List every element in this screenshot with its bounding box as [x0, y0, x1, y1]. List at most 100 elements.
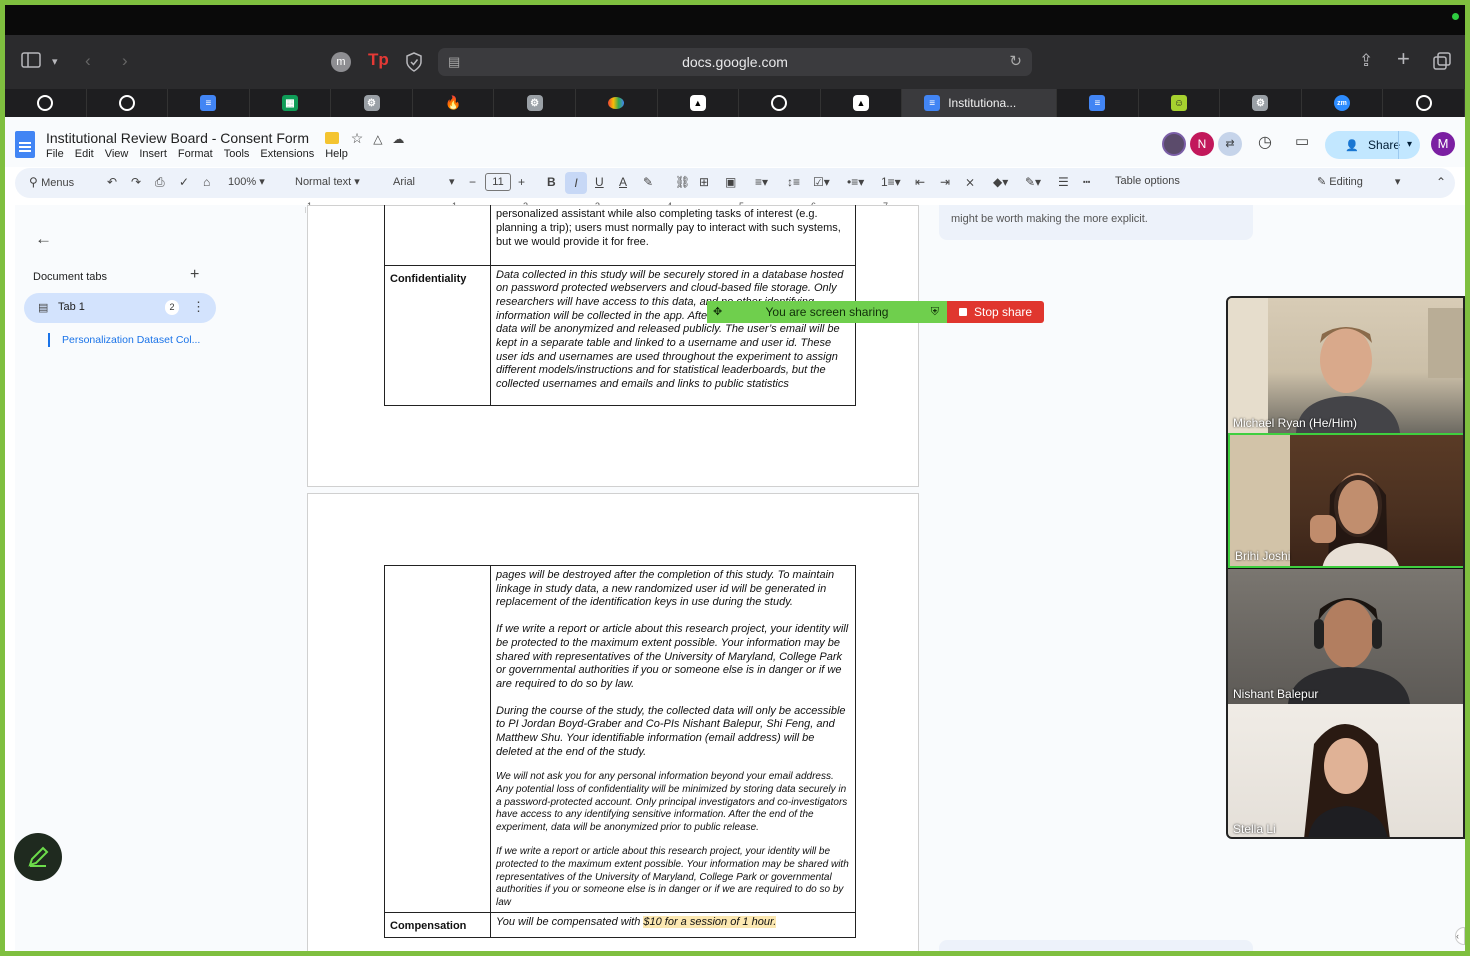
link-icon[interactable]: ⛓ — [675, 175, 690, 189]
outline-item[interactable]: Personalization Dataset Col... — [62, 334, 200, 346]
google-docs-logo-icon[interactable] — [15, 131, 35, 158]
browser-tab[interactable] — [739, 89, 821, 117]
table-cell[interactable]: personalized assistant while also comple… — [490, 205, 856, 266]
sidebar-toggle-icon[interactable] — [21, 52, 41, 73]
browser-tab[interactable] — [5, 89, 87, 117]
paragraph[interactable]: We will not ask you for any personal inf… — [496, 771, 850, 834]
avatar-n[interactable]: N — [1190, 132, 1214, 156]
browser-tab[interactable]: ▲ — [821, 89, 903, 117]
paragraph[interactable]: pages will be destroyed after the comple… — [496, 569, 850, 610]
italic-icon[interactable]: I — [565, 172, 587, 194]
increase-indent-icon[interactable]: ⇥ — [940, 175, 950, 189]
bulleted-list-icon[interactable]: •≡▾ — [847, 175, 864, 189]
browser-tab[interactable]: ≡ Institutiona... — [902, 89, 1058, 117]
menu-item-view[interactable]: View — [105, 148, 129, 160]
spellcheck-icon[interactable]: ✓ — [179, 175, 189, 189]
video-tile[interactable]: Stella Li — [1228, 704, 1463, 837]
browser-tab[interactable] — [87, 89, 169, 117]
share-dropdown-icon[interactable]: ▾ — [1398, 131, 1420, 159]
line-spacing-icon[interactable]: ↕≡ — [787, 175, 800, 189]
font-select[interactable]: Arial ▾ — [393, 175, 455, 188]
compensation-text[interactable]: You will be compensated with — [496, 916, 643, 928]
screen-share-banner[interactable]: ✥ You are screen sharing ⛨ — [707, 301, 947, 323]
browser-tab[interactable]: ⚙ — [494, 89, 576, 117]
insert-image-icon[interactable]: ▣ — [725, 175, 736, 189]
move-icon[interactable]: △ — [373, 132, 382, 146]
menu-item-format[interactable]: Format — [178, 148, 213, 160]
highlight-icon[interactable]: ✎ — [643, 175, 653, 189]
extension-m-icon[interactable]: m — [331, 52, 351, 72]
document-title-text[interactable]: Institutional Review Board - Consent For… — [46, 130, 309, 146]
underline-icon[interactable]: U — [595, 175, 604, 189]
comments-icon[interactable]: ▭ — [1295, 132, 1309, 150]
new-tab-icon[interactable]: + — [1397, 48, 1410, 70]
border-width-icon[interactable]: ☰ — [1058, 175, 1069, 189]
search-menus[interactable]: ⚲ Menus — [29, 175, 74, 189]
table-options-button[interactable]: Table options — [1115, 175, 1180, 187]
browser-tab[interactable]: 🔥 — [413, 89, 495, 117]
browser-tab[interactable]: ⚙ — [331, 89, 413, 117]
forward-icon[interactable]: › — [122, 51, 128, 71]
address-bar[interactable]: ▤ docs.google.com ↻ — [438, 48, 1032, 76]
paragraph[interactable]: During the course of the study, the coll… — [496, 705, 850, 760]
decrease-font-size-icon[interactable]: − — [469, 175, 476, 189]
share-button[interactable]: 👤 Share ▾ — [1325, 131, 1420, 159]
editing-mode-select[interactable]: ✎ Editing ▾ — [1317, 175, 1400, 188]
menu-item-help[interactable]: Help — [325, 148, 348, 160]
confidentiality-text[interactable]: Data collected in this study will be sec… — [496, 269, 843, 391]
menu-item-edit[interactable]: Edit — [75, 148, 94, 160]
comment-card[interactable]: might be worth making the more explicit. — [939, 205, 1253, 240]
shield-icon[interactable] — [405, 52, 423, 77]
folder-badge-icon[interactable] — [324, 132, 339, 144]
tab-1-item[interactable]: ▤ Tab 1 2 ⋮ — [24, 293, 216, 323]
paragraph[interactable]: If we write a report or article about th… — [496, 846, 850, 909]
align-icon[interactable]: ≡▾ — [755, 175, 768, 189]
add-comment-icon[interactable]: ⊞ — [699, 175, 709, 189]
more-options-icon[interactable]: ⋮ — [192, 299, 205, 315]
account-avatar[interactable]: M — [1431, 132, 1455, 156]
browser-tab[interactable]: zm — [1302, 89, 1384, 117]
share-icon[interactable]: ⇪ — [1359, 51, 1373, 71]
menu-item-extensions[interactable]: Extensions — [260, 148, 314, 160]
table-cell[interactable]: pages will be destroyed after the comple… — [490, 564, 856, 914]
text-color-icon[interactable]: A — [619, 175, 627, 189]
browser-tab[interactable] — [576, 89, 658, 117]
edit-fab-button[interactable] — [14, 833, 62, 881]
browser-tab[interactable]: ☺ — [1139, 89, 1221, 117]
comment-card[interactable] — [939, 940, 1253, 951]
print-icon[interactable]: ⎙ — [155, 175, 165, 190]
reload-icon[interactable]: ↻ — [1009, 48, 1022, 76]
menu-item-tools[interactable]: Tools — [224, 148, 250, 160]
zoom-select[interactable]: 100% ▾ — [228, 175, 265, 188]
style-select[interactable]: Normal text ▾ — [295, 175, 360, 188]
table-cell[interactable]: Data collected in this study will be sec… — [490, 264, 856, 406]
paragraph[interactable]: If we write a report or article about th… — [496, 623, 850, 692]
video-tile-active[interactable]: Brihi Joshi — [1228, 433, 1463, 568]
tab-overview-icon[interactable] — [1433, 52, 1451, 75]
numbered-list-icon[interactable]: 1≡▾ — [881, 175, 901, 189]
drag-handle-icon[interactable]: ✥ — [713, 301, 722, 323]
paint-format-icon[interactable]: ⌂ — [203, 175, 210, 189]
cell-fill-icon[interactable]: ◆▾ — [993, 175, 1008, 189]
border-dash-icon[interactable]: ┅ — [1083, 175, 1090, 189]
checklist-icon[interactable]: ☑▾ — [813, 175, 830, 189]
undo-icon[interactable]: ↶ — [107, 175, 117, 189]
browser-tab[interactable]: ≡ — [1057, 89, 1139, 117]
collapse-menus-icon[interactable]: ⌃ — [1436, 175, 1446, 189]
avatar[interactable] — [1162, 132, 1186, 156]
star-icon[interactable]: ☆ — [351, 130, 364, 146]
compensation-highlight[interactable]: $10 for a session of 1 hour. — [643, 916, 777, 929]
back-arrow-icon[interactable]: ← — [35, 229, 52, 249]
browser-tab[interactable]: ⚙ — [1220, 89, 1302, 117]
version-history-icon[interactable]: ◷ — [1258, 132, 1272, 152]
page-settings-icon[interactable]: ▤ — [448, 48, 460, 76]
menu-item-insert[interactable]: Insert — [139, 148, 167, 160]
extension-tp-icon[interactable]: Tp — [368, 50, 389, 70]
menu-item-file[interactable]: File — [46, 148, 64, 160]
table-cell[interactable]: You will be compensated with $10 for a s… — [490, 912, 856, 939]
document-title[interactable]: Institutional Review Board - Consent For… — [46, 130, 404, 147]
video-tile[interactable]: Nishant Balepur — [1228, 569, 1463, 704]
decrease-indent-icon[interactable]: ⇤ — [915, 175, 925, 189]
cell-text[interactable]: personalized assistant while also comple… — [496, 208, 841, 248]
more-collaborators-icon[interactable]: ⇄ — [1218, 132, 1242, 156]
